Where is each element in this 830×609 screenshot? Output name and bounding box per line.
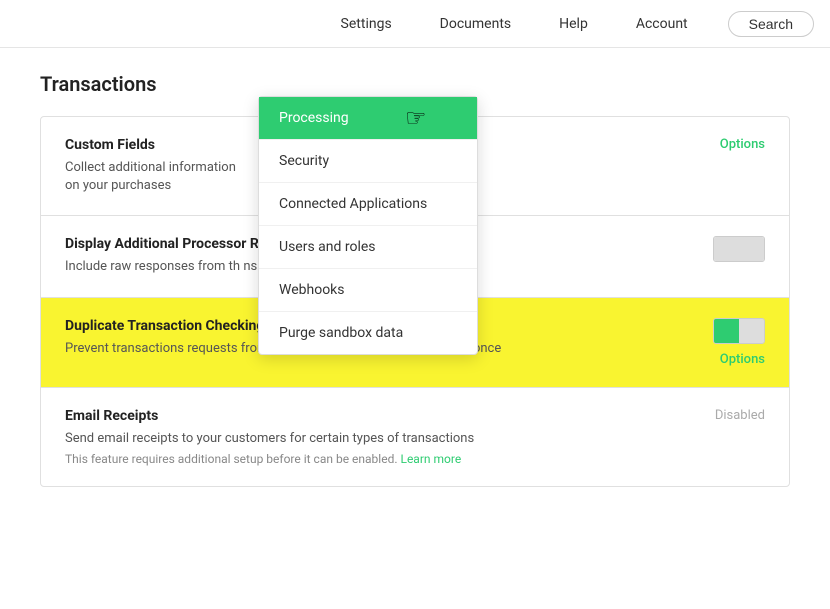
top-nav: Settings Documents Help Account Search [0, 0, 830, 48]
nav-help[interactable]: Help [551, 12, 596, 36]
page-content: Transactions Custom Fields Collect addit… [0, 48, 830, 511]
nav-documents[interactable]: Documents [432, 12, 519, 36]
dropdown-item-purge-sandbox-data[interactable]: Purge sandbox data [259, 312, 477, 354]
email-receipts-row: Email Receipts Send email receipts to yo… [41, 388, 789, 486]
duplicate-transaction-options[interactable]: Options [720, 352, 765, 367]
dropdown-item-security[interactable]: Security [259, 140, 477, 183]
email-receipts-disabled: Disabled [715, 408, 765, 423]
toggle-inactive-part [739, 319, 764, 343]
search-button[interactable]: Search [728, 11, 814, 37]
nav-account[interactable]: Account [628, 12, 696, 36]
dropdown-item-users-and-roles[interactable]: Users and roles [259, 226, 477, 269]
duplicate-transaction-actions: Options [713, 318, 765, 367]
toggle-off-part [739, 237, 764, 261]
dropdown-item-connected-applications[interactable]: Connected Applications [259, 183, 477, 226]
learn-more-link[interactable]: Learn more [400, 452, 461, 466]
email-receipts-title: Email Receipts [65, 408, 695, 424]
settings-dropdown: Processing Security Connected Applicatio… [258, 96, 478, 355]
email-receipts-note: This feature requires additional setup b… [65, 452, 695, 466]
toggle-on-part [714, 237, 739, 261]
display-additional-actions [713, 236, 765, 262]
dropdown-item-webhooks[interactable]: Webhooks [259, 269, 477, 312]
email-receipts-desc: Send email receipts to your customers fo… [65, 430, 695, 448]
dropdown-item-processing[interactable]: Processing [259, 97, 477, 140]
nav-settings[interactable]: Settings [333, 12, 400, 36]
custom-fields-options[interactable]: Options [720, 137, 765, 152]
toggle-active-part [714, 319, 739, 343]
email-receipts-actions: Disabled [715, 408, 765, 423]
page-title: Transactions [40, 72, 790, 96]
custom-fields-actions: Options [720, 137, 765, 152]
display-additional-toggle[interactable] [713, 236, 765, 262]
email-receipts-text: Email Receipts Send email receipts to yo… [65, 408, 695, 466]
duplicate-transaction-toggle[interactable] [713, 318, 765, 344]
